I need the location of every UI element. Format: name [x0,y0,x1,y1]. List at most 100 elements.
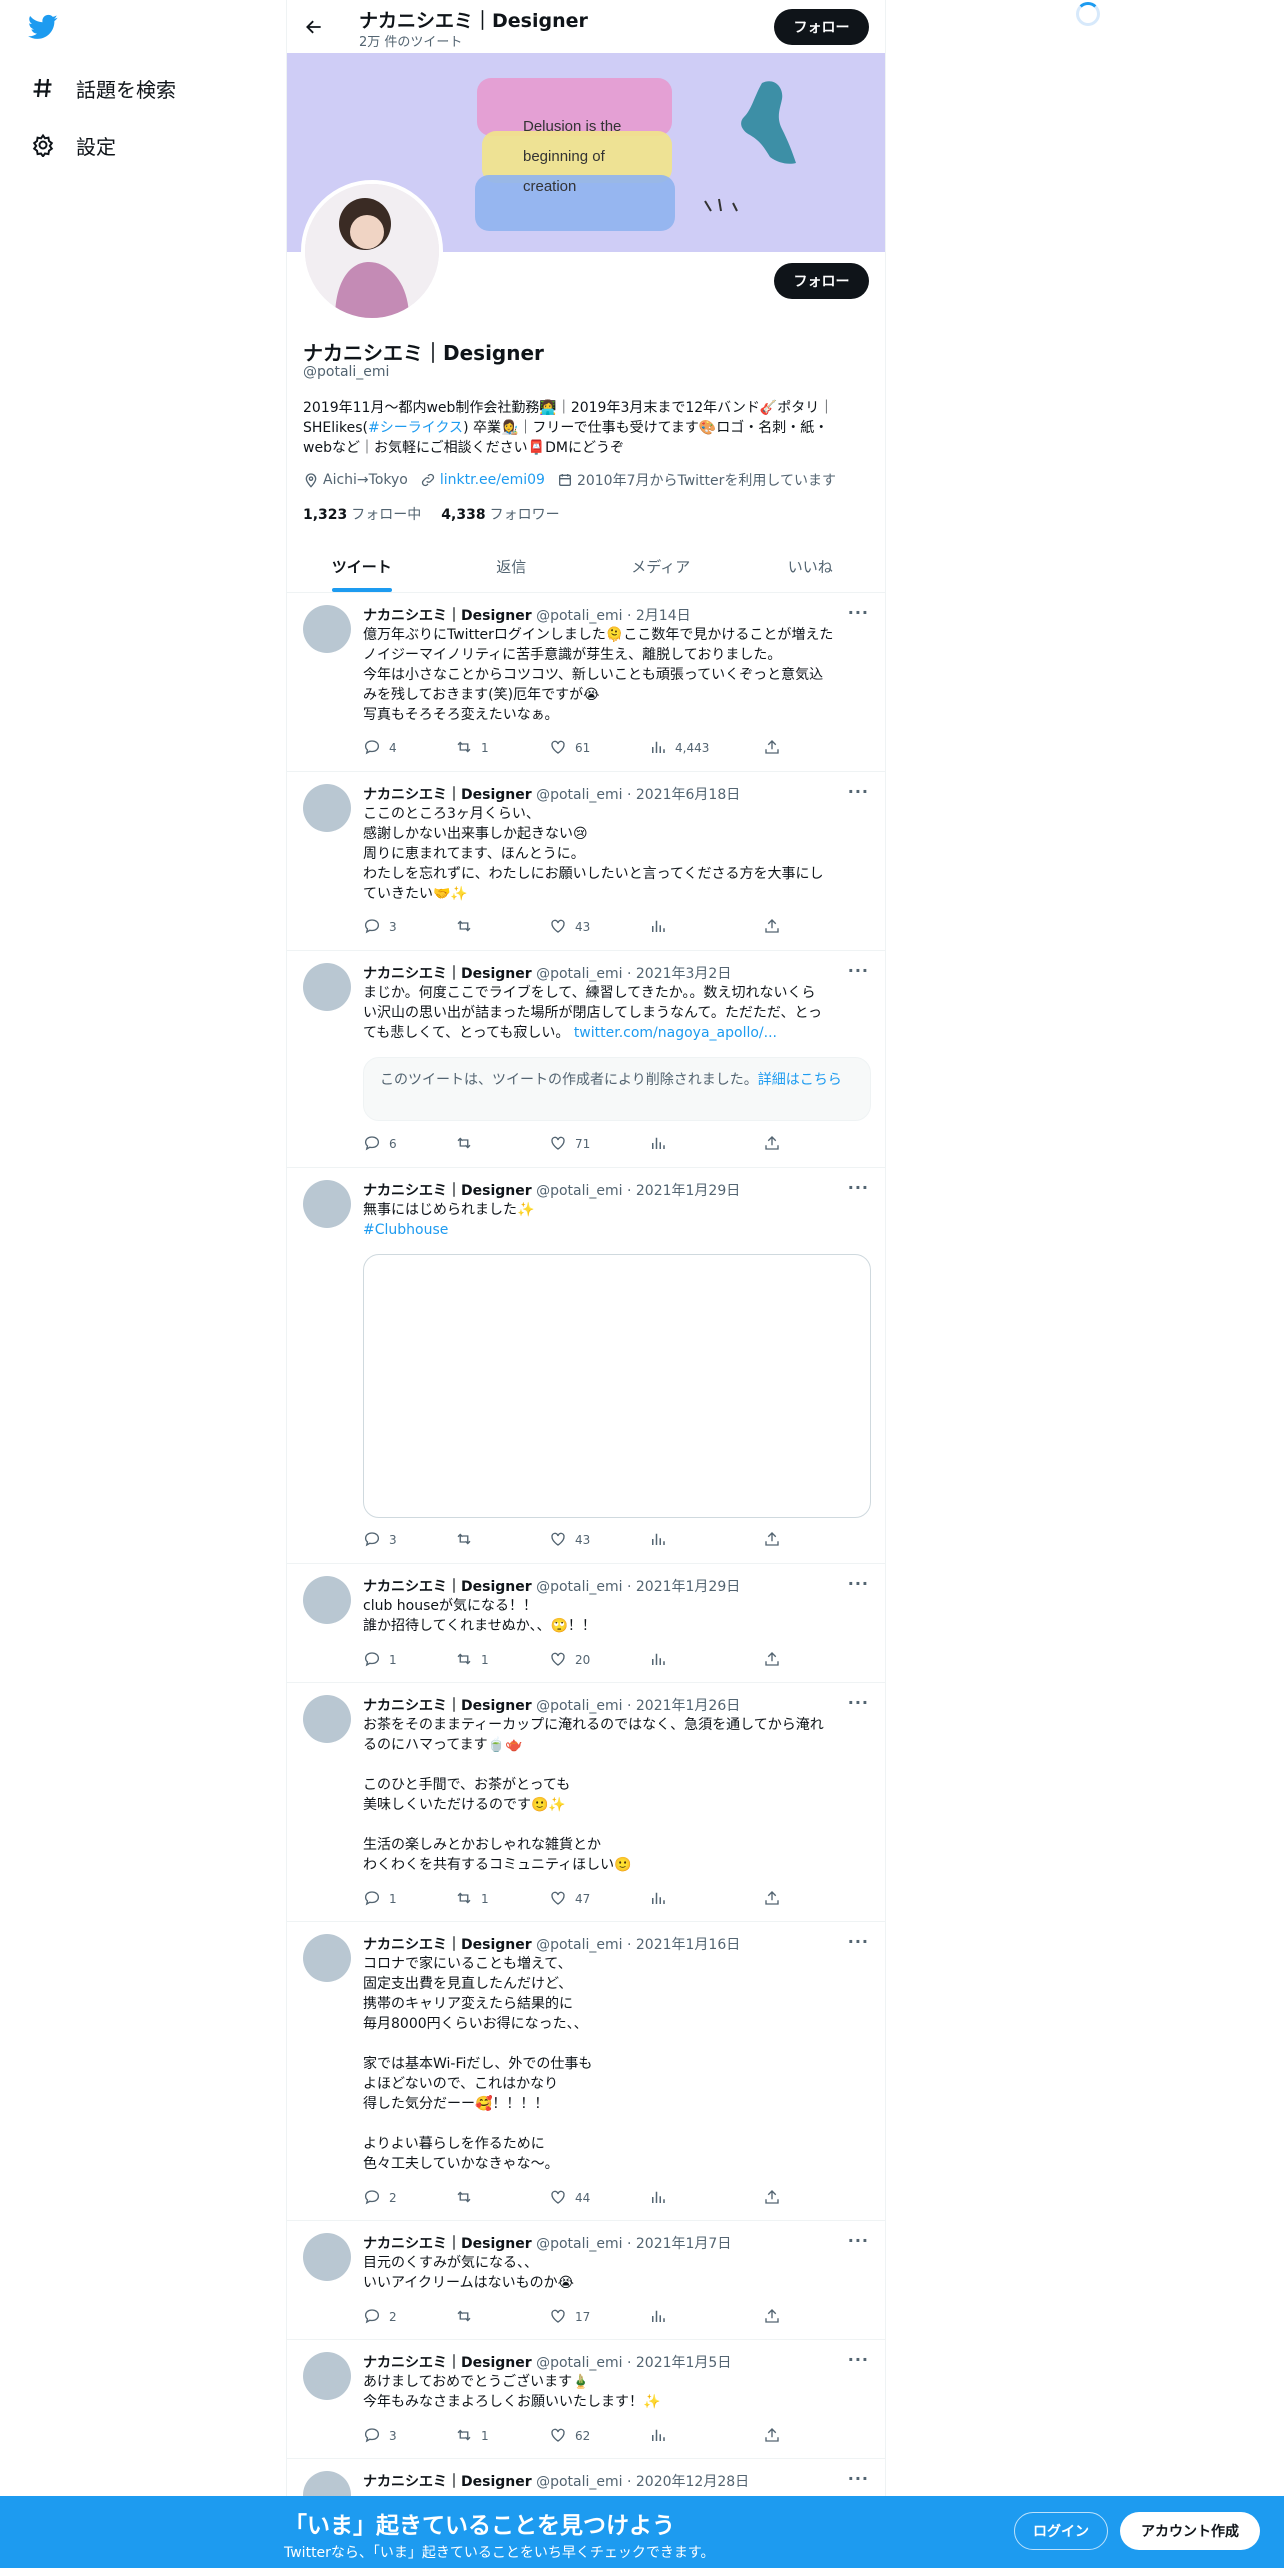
tweet-date[interactable]: · 2020年12月28日 [627,2474,749,2490]
more-options-icon[interactable]: ··· [848,961,869,980]
views-button[interactable] [649,2188,675,2208]
share-button[interactable] [763,1650,789,1670]
reply-button[interactable]: 3 [363,2426,397,2446]
like-button[interactable]: 62 [549,2426,590,2446]
more-options-icon[interactable]: ··· [848,603,869,622]
following-link[interactable]: 1,323 フォロー中 [303,504,421,524]
tweet[interactable]: ナカニシエミ｜Designer @potali_emi · 2021年3月2日 ·… [287,951,885,1168]
tweet-author-name[interactable]: ナカニシエミ｜Designer [363,966,532,982]
website-link[interactable]: linktr.ee/emi09 [440,472,545,488]
tweet-author-name[interactable]: ナカニシエミ｜Designer [363,1937,532,1953]
header-follow-button[interactable]: フォロー [774,9,869,45]
tweet-date[interactable]: · 2021年3月2日 [627,966,731,982]
tweet-author-name[interactable]: ナカニシエミ｜Designer [363,1183,532,1199]
share-button[interactable] [763,2307,789,2327]
media-card[interactable] [363,1254,871,1518]
views-button[interactable] [649,1889,675,1909]
twitter-logo-icon[interactable] [26,12,64,44]
tweet[interactable]: ナカニシエミ｜Designer @potali_emi · 2021年1月16日… [287,1922,885,2221]
tweet-avatar[interactable] [303,1695,351,1743]
tweet-author-name[interactable]: ナカニシエミ｜Designer [363,2355,532,2371]
tweet-avatar[interactable] [303,2352,351,2400]
login-button[interactable]: ログイン [1014,2512,1108,2550]
retweet-button[interactable]: 1 [455,738,489,758]
back-arrow-icon[interactable] [297,10,331,44]
tweet[interactable]: ナカニシエミ｜Designer @potali_emi · 2月14日 ··· 億万… [287,593,885,772]
retweet-button[interactable]: 1 [455,2426,489,2446]
reply-button[interactable]: 1 [363,1889,397,1909]
tweet-date[interactable]: · 2021年1月29日 [627,1183,740,1199]
share-button[interactable] [763,1134,789,1154]
tweet[interactable]: ナカニシエミ｜Designer @potali_emi · 2021年1月29日… [287,1168,885,1564]
tweet-avatar[interactable] [303,963,351,1011]
share-button[interactable] [763,2188,789,2208]
share-button[interactable] [763,1889,789,1909]
tweet-author-name[interactable]: ナカニシエミ｜Designer [363,2236,532,2252]
tweet-date[interactable]: · 2021年1月29日 [627,1579,740,1595]
more-options-icon[interactable]: ··· [848,2469,869,2488]
tweet-avatar[interactable] [303,1576,351,1624]
more-options-icon[interactable]: ··· [848,1178,869,1197]
more-options-icon[interactable]: ··· [848,1574,869,1593]
retweet-button[interactable] [455,1134,481,1154]
more-options-icon[interactable]: ··· [848,1693,869,1712]
retweet-button[interactable] [455,2188,481,2208]
share-button[interactable] [763,1530,789,1550]
learn-more-link[interactable]: 詳細はこちら [758,1072,842,1088]
reply-button[interactable]: 6 [363,1134,397,1154]
more-options-icon[interactable]: ··· [848,1932,869,1951]
like-button[interactable]: 71 [549,1134,590,1154]
tweet[interactable]: ナカニシエミ｜Designer @potali_emi · 2021年1月5日 ·… [287,2340,885,2459]
tweet[interactable]: ナカニシエミ｜Designer @potali_emi · 2021年6月18日… [287,772,885,951]
tweet-avatar[interactable] [303,1934,351,1982]
retweet-button[interactable]: 1 [455,1650,489,1670]
tweet[interactable]: ナカニシエミ｜Designer @potali_emi · 2021年1月7日 ·… [287,2221,885,2340]
tweet-avatar[interactable] [303,605,351,653]
tweet[interactable]: ナカニシエミ｜Designer @potali_emi · 2021年1月29日… [287,1564,885,1683]
tweet-author-name[interactable]: ナカニシエミ｜Designer [363,608,532,624]
more-options-icon[interactable]: ··· [848,2231,869,2250]
followers-link[interactable]: 4,338 フォロワー [441,504,559,524]
tweet[interactable]: ナカニシエミ｜Designer @potali_emi · 2021年1月26日… [287,1683,885,1922]
retweet-button[interactable] [455,1530,481,1550]
tab-media[interactable]: メディア [586,540,736,592]
tweet-author-name[interactable]: ナカニシエミ｜Designer [363,1698,532,1714]
views-button[interactable] [649,2426,675,2446]
like-button[interactable]: 43 [549,917,590,937]
tweet-date[interactable]: · 2021年6月18日 [627,787,740,803]
retweet-button[interactable] [455,917,481,937]
views-button[interactable]: 4,443 [649,738,709,758]
profile-avatar[interactable] [301,180,443,322]
like-button[interactable]: 20 [549,1650,590,1670]
share-button[interactable] [763,2426,789,2446]
like-button[interactable]: 61 [549,738,590,758]
retweet-button[interactable] [455,2307,481,2327]
tweet-avatar[interactable] [303,1180,351,1228]
share-button[interactable] [763,738,789,758]
views-button[interactable] [649,1530,675,1550]
tab-tweets[interactable]: ツイート [287,540,437,592]
reply-button[interactable]: 2 [363,2307,397,2327]
retweet-button[interactable]: 1 [455,1889,489,1909]
more-options-icon[interactable]: ··· [848,2350,869,2369]
nav-explore[interactable]: 話題を検索 [28,66,176,110]
reply-button[interactable]: 3 [363,1530,397,1550]
tweet-date[interactable]: · 2021年1月26日 [627,1698,740,1714]
profile-follow-button[interactable]: フォロー [774,263,869,299]
share-button[interactable] [763,917,789,937]
tweet-date[interactable]: · 2月14日 [627,608,691,624]
views-button[interactable] [649,1134,675,1154]
like-button[interactable]: 43 [549,1530,590,1550]
tweet-hashtag-link[interactable]: #Clubhouse [363,1222,448,1238]
views-button[interactable] [649,1650,675,1670]
reply-button[interactable]: 2 [363,2188,397,2208]
tab-likes[interactable]: いいね [736,540,886,592]
tweet-link[interactable]: twitter.com/nagoya_apollo/... [574,1025,777,1041]
tweet-date[interactable]: · 2021年1月16日 [627,1937,740,1953]
views-button[interactable] [649,917,675,937]
tweet-avatar[interactable] [303,2233,351,2281]
tweet-avatar[interactable] [303,784,351,832]
views-button[interactable] [649,2307,675,2327]
bio-hashtag-link[interactable]: #シーライクス [368,420,463,436]
tweet-author-name[interactable]: ナカニシエミ｜Designer [363,2474,532,2490]
